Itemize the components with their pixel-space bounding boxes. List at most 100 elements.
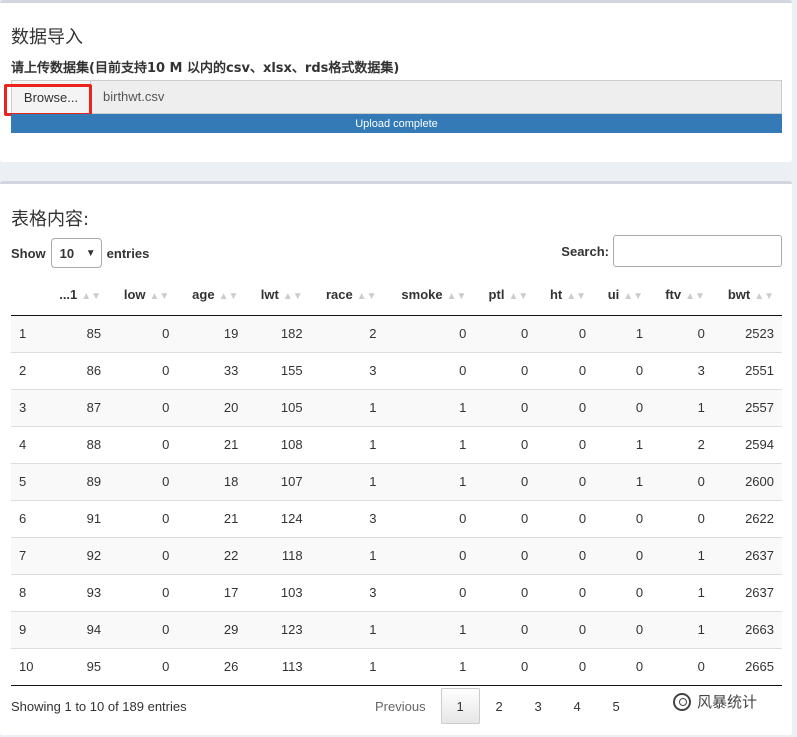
table-cell: 1 — [651, 610, 713, 648]
table-cell: 7 — [11, 536, 45, 574]
table-cell: 0 — [109, 610, 178, 648]
table-cell: 0 — [536, 610, 595, 648]
table-cell: 123 — [246, 610, 311, 648]
table-cell: 0 — [384, 314, 475, 352]
table-cell: 33 — [177, 351, 247, 389]
pagination: Previous 12345 — [360, 688, 636, 724]
table-cell: 1 — [384, 425, 475, 463]
table-row: 3 87 0 20 105 1 1 0 0 0 1 2557 — [11, 388, 782, 426]
table-cell: 1 — [594, 314, 652, 352]
sort-arrows-icon: ▲▼ — [282, 291, 303, 303]
table-title: 表格内容: — [11, 209, 90, 230]
sort-arrows-icon: ▲▼ — [754, 291, 774, 303]
table-cell: 0 — [594, 573, 652, 611]
table-cell: 0 — [474, 388, 537, 426]
column-header[interactable]: bwt ▲▼ — [712, 275, 782, 316]
table-cell: 91 — [44, 499, 110, 537]
page-button[interactable]: 1 — [440, 688, 480, 724]
table-cell: 6 — [11, 499, 45, 537]
table-cell: 1 — [310, 425, 385, 463]
page-button[interactable]: 5 — [597, 688, 636, 724]
table-cell: 2551 — [712, 351, 782, 389]
table-cell: 86 — [44, 351, 110, 389]
column-header[interactable]: race ▲▼ — [310, 275, 385, 316]
table-cell: 0 — [474, 351, 537, 389]
table-cell: 1 — [651, 536, 713, 574]
table-row: 8 93 0 17 103 3 0 0 0 0 1 2637 — [11, 573, 782, 611]
column-header[interactable]: ui ▲▼ — [594, 275, 652, 316]
column-header[interactable]: ht ▲▼ — [536, 275, 595, 316]
table-cell: 1 — [310, 536, 385, 574]
sort-arrows-icon: ▲▼ — [81, 291, 102, 303]
sort-arrows-icon: ▲▼ — [218, 291, 239, 303]
column-header[interactable]: age ▲▼ — [177, 275, 247, 316]
table-cell: 0 — [474, 425, 537, 463]
table-cell: 1 — [651, 573, 713, 611]
column-header-label: ftv — [665, 287, 682, 303]
table-cell: 8 — [11, 573, 45, 611]
table-cell: 93 — [44, 573, 110, 611]
table-cell: 0 — [594, 499, 652, 537]
column-header[interactable]: ...1 ▲▼ — [44, 275, 110, 316]
column-header[interactable]: ftv ▲▼ — [651, 275, 713, 316]
column-header-label: lwt — [260, 287, 279, 303]
file-input-group: Browse... birthwt.csv — [11, 80, 782, 114]
table-cell: 1 — [384, 388, 475, 426]
table-cell: 103 — [246, 573, 311, 611]
column-header[interactable]: low ▲▼ — [109, 275, 178, 316]
table-row: 4 88 0 21 108 1 1 0 0 1 2 2594 — [11, 425, 782, 463]
column-header[interactable]: lwt ▲▼ — [246, 275, 311, 316]
data-import-panel: 数据导入 请上传数据集(目前支持10 M 以内的csv、xlsx、rds格式数据… — [0, 0, 792, 162]
column-header-label: bwt — [727, 287, 751, 303]
table-cell: 182 — [246, 314, 311, 352]
table-cell: 0 — [384, 573, 475, 611]
table-cell: 92 — [44, 536, 110, 574]
table-cell: 17 — [177, 573, 247, 611]
import-title: 数据导入 — [11, 27, 83, 48]
table-cell: 0 — [594, 536, 652, 574]
table-cell: 0 — [536, 536, 595, 574]
table-cell: 0 — [594, 388, 652, 426]
entries-select[interactable]: 10 ▼ — [50, 238, 102, 268]
table-cell: 0 — [109, 536, 178, 574]
table-cell: 0 — [536, 647, 595, 686]
column-header-label: ui — [607, 287, 620, 303]
table-cell: 1 — [594, 425, 652, 463]
table-cell: 105 — [246, 388, 311, 426]
table-cell: 0 — [651, 647, 713, 686]
table-cell: 0 — [594, 647, 652, 686]
table-cell: 0 — [384, 499, 475, 537]
table-cell: 0 — [474, 314, 537, 352]
page-button[interactable]: 2 — [480, 688, 519, 724]
watermark: 风暴统计 — [669, 689, 762, 714]
table-cell: 22 — [177, 536, 247, 574]
table-cell: 10 — [11, 647, 45, 686]
table-cell: 1 — [594, 462, 652, 500]
table-cell: 0 — [651, 314, 713, 352]
table-cell: 4 — [11, 425, 45, 463]
upload-progress-bar: Upload complete — [11, 114, 782, 133]
browse-button[interactable]: Browse... — [12, 81, 91, 113]
previous-button[interactable]: Previous — [360, 688, 441, 724]
table-cell: 1 — [384, 647, 475, 686]
column-header-label: low — [123, 287, 146, 303]
table-cell: 0 — [384, 351, 475, 389]
table-cell: 0 — [109, 388, 178, 426]
column-header[interactable]: ptl ▲▼ — [474, 275, 537, 316]
table-cell: 0 — [474, 462, 537, 500]
file-name-field[interactable]: birthwt.csv — [103, 81, 164, 113]
search-input[interactable] — [613, 235, 782, 267]
table-cell: 0 — [109, 462, 178, 500]
table-cell: 0 — [594, 351, 652, 389]
column-header-label: smoke — [401, 287, 443, 303]
column-header[interactable]: smoke ▲▼ — [384, 275, 475, 316]
watermark-text: 风暴统计 — [697, 694, 758, 711]
table-cell: 0 — [651, 462, 713, 500]
table-row: 9 94 0 29 123 1 1 0 0 0 1 2663 — [11, 610, 782, 648]
table-cell: 0 — [474, 573, 537, 611]
table-cell: 0 — [536, 314, 595, 352]
table-cell: 118 — [246, 536, 311, 574]
table-cell: 2523 — [712, 314, 782, 352]
page-button[interactable]: 4 — [558, 688, 597, 724]
page-button[interactable]: 3 — [519, 688, 558, 724]
